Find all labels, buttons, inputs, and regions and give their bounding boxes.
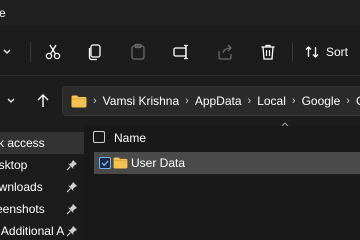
folder-icon (71, 95, 87, 107)
view-menu-chevron-icon[interactable] (0, 42, 14, 62)
pin-icon (66, 226, 77, 237)
window-title: e (0, 6, 6, 20)
sidebar-item-label: ownloads (0, 180, 43, 194)
sort-label: Sort (326, 45, 349, 59)
address-bar[interactable]: › Vamsi Krishna › AppData › Local › Goog… (62, 86, 360, 116)
chevron-right-icon: › (247, 95, 252, 107)
copy-icon[interactable] (84, 41, 106, 63)
list-item-label: User Data (131, 156, 186, 170)
column-header-row: Name (84, 126, 360, 148)
chevron-right-icon: › (185, 95, 189, 107)
row-checkbox[interactable] (99, 157, 111, 169)
command-toolbar: Sort (0, 26, 360, 76)
toolbar-divider (30, 42, 31, 62)
sidebar-item-screenshots[interactable]: reenshots (0, 198, 84, 220)
sort-button[interactable]: Sort (304, 41, 354, 63)
pin-icon (66, 204, 77, 215)
recent-locations-chevron-icon[interactable] (4, 92, 18, 110)
rename-icon[interactable] (170, 41, 192, 63)
file-list: Name User Data (84, 122, 360, 240)
checkmark-icon (101, 160, 109, 167)
delete-icon[interactable] (257, 41, 279, 63)
breadcrumb-appdata[interactable]: AppData (195, 94, 242, 108)
list-item[interactable]: User Data (94, 152, 360, 174)
paste-icon[interactable] (127, 41, 149, 63)
sidebar-item-label: esktop (0, 158, 28, 172)
up-arrow-icon[interactable] (33, 90, 53, 112)
sidebar-item-additional[interactable]: L Additional A (0, 220, 84, 240)
breadcrumb-vamsi-krishna[interactable]: Vamsi Krishna (103, 94, 179, 108)
select-all-checkbox[interactable] (93, 131, 105, 143)
chevron-right-icon: › (291, 95, 296, 107)
navigation-pane: ck access esktop ownloads reenshots L Ad… (0, 126, 84, 240)
breadcrumb-truncated[interactable]: C (356, 94, 360, 108)
title-bar: e (0, 0, 360, 26)
sidebar-item-desktop[interactable]: esktop (0, 154, 84, 176)
sidebar-item-label: L Additional A (0, 224, 65, 238)
sidebar-item-quick-access[interactable]: ck access (0, 132, 84, 154)
sort-icon (305, 46, 319, 58)
pin-icon (66, 160, 77, 171)
navigation-bar: › Vamsi Krishna › AppData › Local › Goog… (0, 76, 360, 126)
breadcrumb-google[interactable]: Google (302, 94, 341, 108)
chevron-right-icon: › (93, 95, 97, 107)
share-icon[interactable] (214, 41, 236, 63)
sidebar-item-label: ck access (0, 136, 45, 150)
pin-icon (66, 182, 77, 193)
sidebar-item-label: reenshots (0, 202, 45, 216)
chevron-right-icon: › (346, 95, 350, 107)
toolbar-divider (292, 42, 293, 62)
sidebar-item-downloads[interactable]: ownloads (0, 176, 84, 198)
cut-icon[interactable] (42, 41, 64, 63)
column-header-name[interactable]: Name (114, 131, 146, 145)
folder-icon (113, 157, 128, 169)
breadcrumb-local[interactable]: Local (257, 94, 286, 108)
